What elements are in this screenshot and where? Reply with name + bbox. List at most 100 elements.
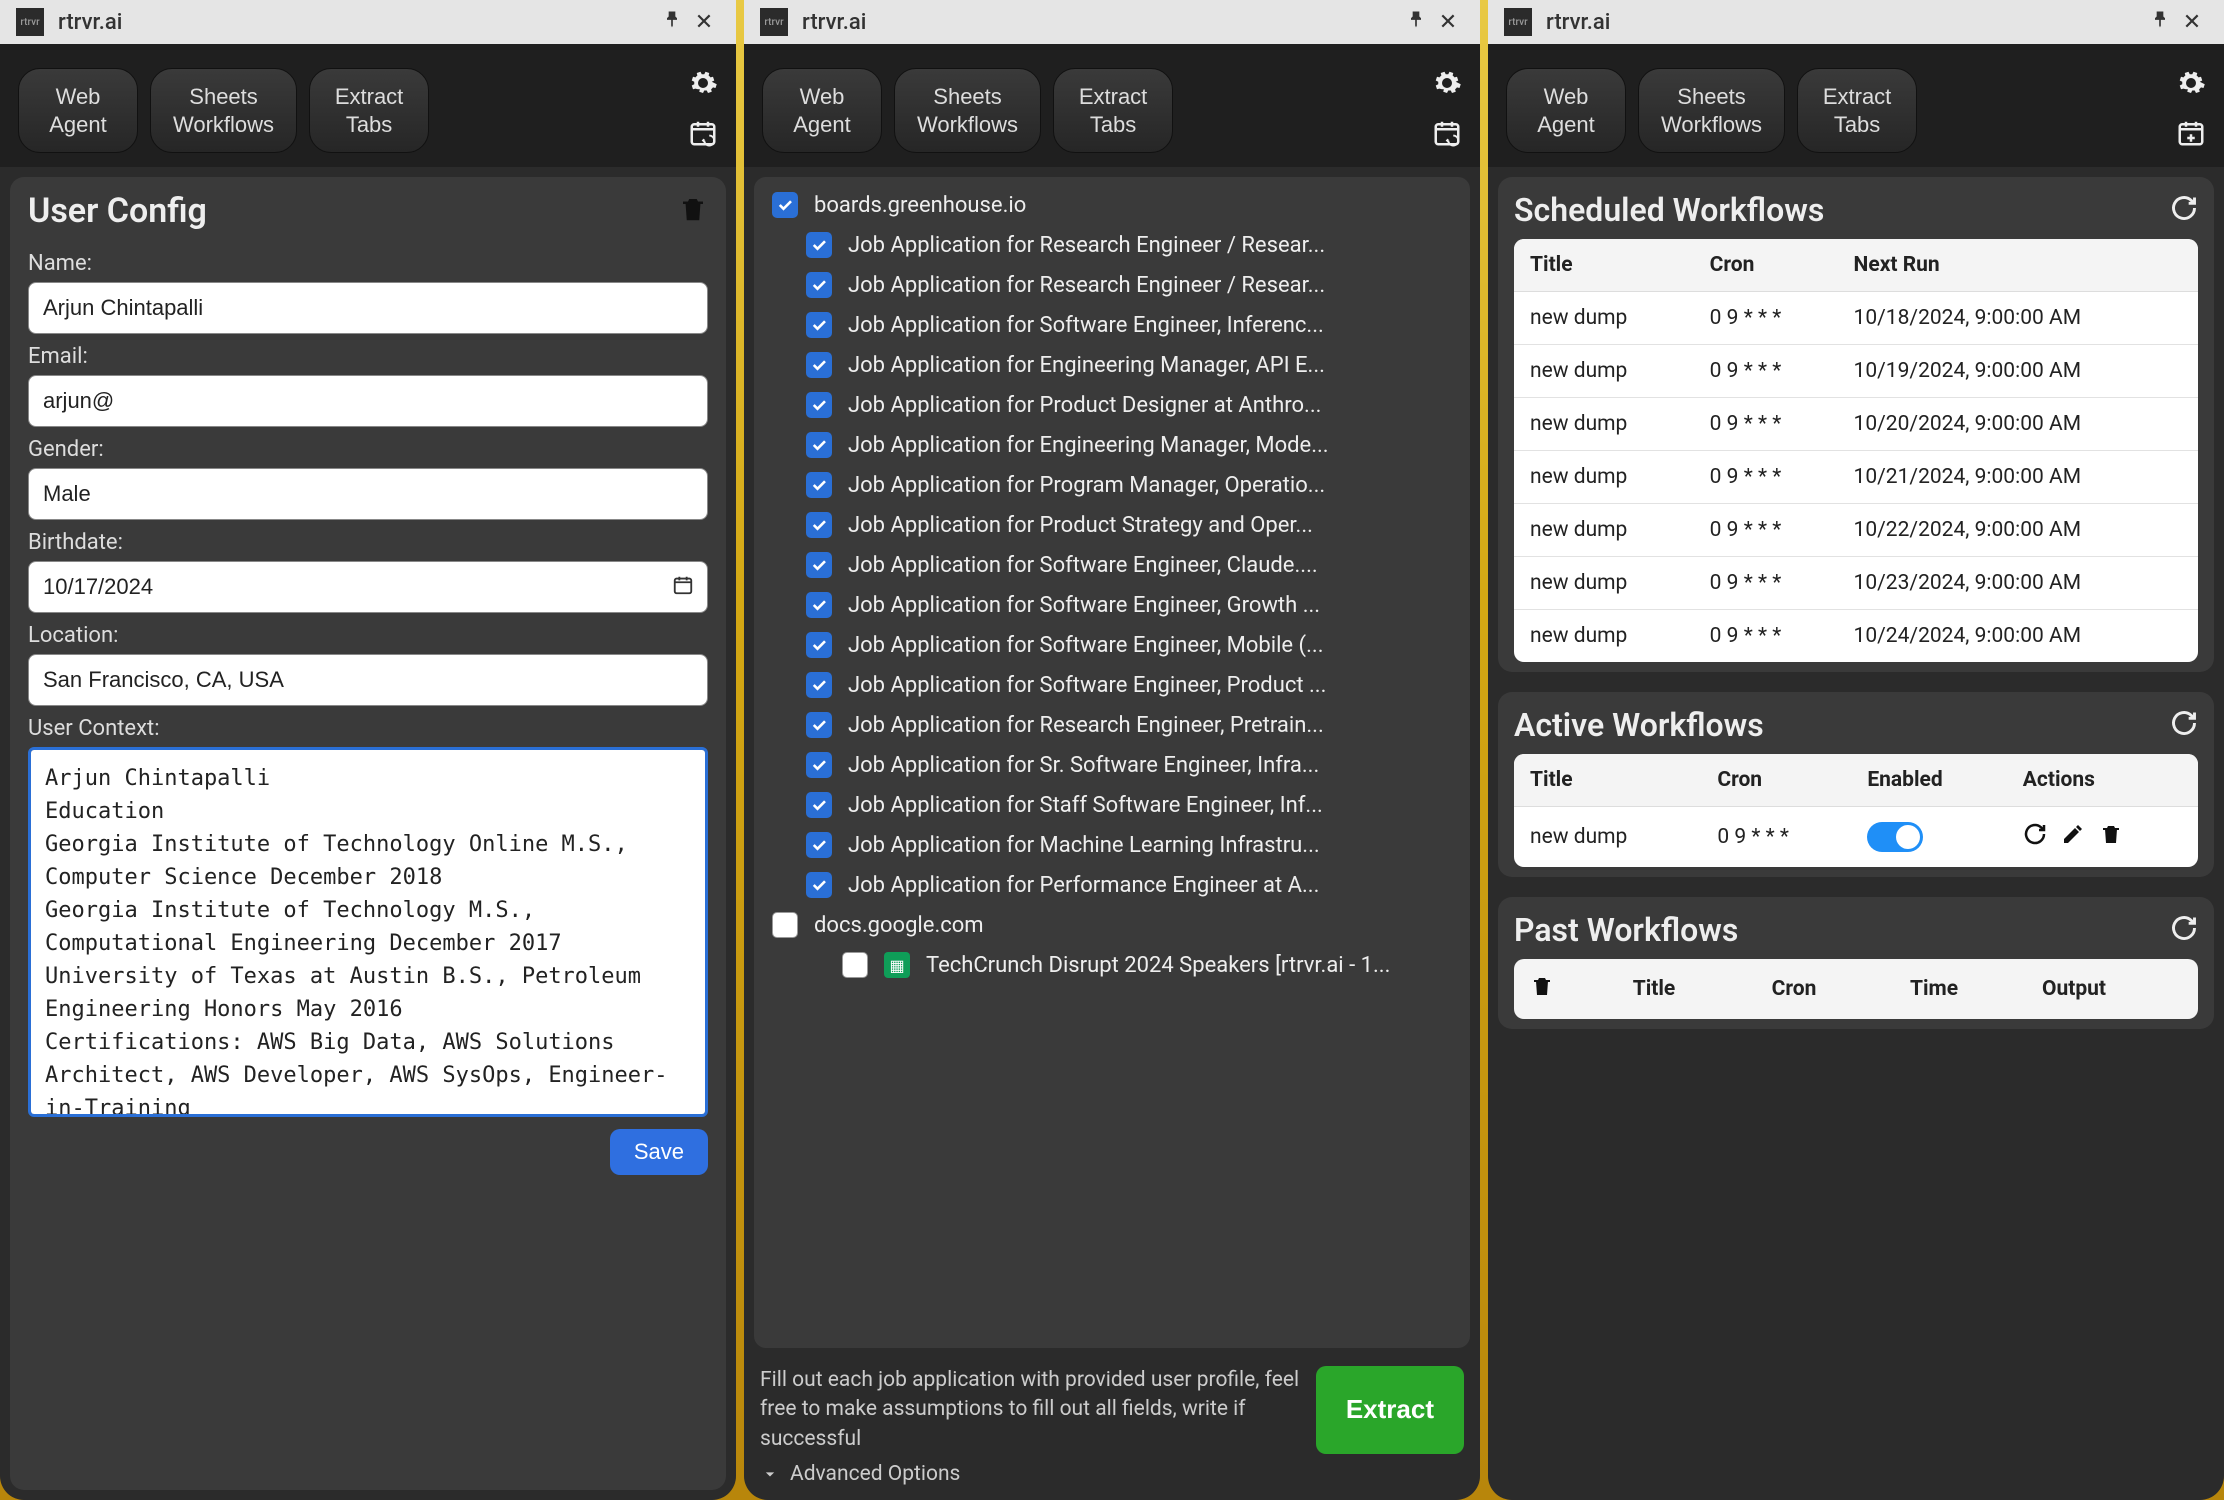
close-icon[interactable]: ✕ bbox=[2176, 10, 2208, 35]
tab-extract-tabs[interactable]: Extract Tabs bbox=[1797, 68, 1917, 153]
tab-item[interactable]: Job Application for Research Engineer, P… bbox=[754, 705, 1470, 745]
checkbox[interactable] bbox=[806, 552, 832, 578]
tab-item[interactable]: Job Application for Program Manager, Ope… bbox=[754, 465, 1470, 505]
email-input[interactable] bbox=[28, 375, 708, 427]
checkbox[interactable] bbox=[806, 592, 832, 618]
cell-cron: 0 9 * * * bbox=[1694, 610, 1838, 663]
email-label: Email: bbox=[28, 344, 708, 369]
tab-web-agent[interactable]: Web Agent bbox=[762, 68, 882, 153]
calendar-history-icon[interactable] bbox=[688, 118, 718, 148]
tab-sheets-workflows[interactable]: Sheets Workflows bbox=[150, 68, 297, 153]
save-button[interactable]: Save bbox=[610, 1129, 708, 1175]
gender-input[interactable] bbox=[28, 468, 708, 520]
checkbox[interactable] bbox=[806, 872, 832, 898]
delete-all-icon[interactable] bbox=[1530, 973, 1554, 1005]
instruction-text: Fill out each job application with provi… bbox=[760, 1366, 1300, 1454]
refresh-icon[interactable] bbox=[2170, 914, 2198, 946]
tab-item[interactable]: Job Application for Product Strategy and… bbox=[754, 505, 1470, 545]
app-title: rtrvr.ai bbox=[58, 10, 122, 35]
birthdate-input[interactable] bbox=[28, 561, 708, 613]
advanced-options-label: Advanced Options bbox=[790, 1462, 960, 1486]
tab-extract-tabs[interactable]: Extract Tabs bbox=[309, 68, 429, 153]
context-textarea[interactable] bbox=[28, 747, 708, 1117]
tab-item[interactable]: ▦TechCrunch Disrupt 2024 Speakers [rtrvr… bbox=[754, 945, 1470, 985]
tab-item-label: Job Application for Product Strategy and… bbox=[848, 513, 1313, 538]
checkbox[interactable] bbox=[806, 512, 832, 538]
checkbox[interactable] bbox=[806, 752, 832, 778]
location-input[interactable] bbox=[28, 654, 708, 706]
checkbox[interactable] bbox=[806, 672, 832, 698]
panel-workflows: rtrvr rtrvr.ai ✕ Web Agent Sheets Workfl… bbox=[1488, 0, 2224, 1500]
gender-label: Gender: bbox=[28, 437, 708, 462]
gear-icon[interactable] bbox=[688, 68, 718, 98]
tab-web-agent[interactable]: Web Agent bbox=[18, 68, 138, 153]
checkbox[interactable] bbox=[806, 432, 832, 458]
tab-web-agent[interactable]: Web Agent bbox=[1506, 68, 1626, 153]
calendar-add-icon[interactable] bbox=[2176, 118, 2206, 148]
checkbox[interactable] bbox=[806, 832, 832, 858]
section-title: Active Workflows bbox=[1514, 706, 1764, 744]
checkbox[interactable] bbox=[806, 352, 832, 378]
checkbox[interactable] bbox=[806, 472, 832, 498]
tab-item[interactable]: Job Application for Sr. Software Enginee… bbox=[754, 745, 1470, 785]
tab-item[interactable]: Job Application for Staff Software Engin… bbox=[754, 785, 1470, 825]
cell-title: new dump bbox=[1514, 807, 1701, 868]
domain-label: boards.greenhouse.io bbox=[814, 193, 1026, 218]
checkbox[interactable] bbox=[772, 912, 798, 938]
tab-item[interactable]: Job Application for Performance Engineer… bbox=[754, 865, 1470, 905]
gear-icon[interactable] bbox=[2176, 68, 2206, 98]
table-row: new dump0 9 * * *10/18/2024, 9:00:00 AM bbox=[1514, 292, 2198, 345]
refresh-icon[interactable] bbox=[2170, 709, 2198, 741]
tab-item-label: Job Application for Research Engineer, P… bbox=[848, 713, 1324, 738]
name-input[interactable] bbox=[28, 282, 708, 334]
tab-item[interactable]: Job Application for Software Engineer, M… bbox=[754, 625, 1470, 665]
domain-row[interactable]: boards.greenhouse.io bbox=[754, 185, 1470, 225]
cell-next-run: 10/23/2024, 9:00:00 AM bbox=[1838, 557, 2198, 610]
tab-item[interactable]: Job Application for Research Engineer / … bbox=[754, 265, 1470, 305]
tab-item[interactable]: Job Application for Product Designer at … bbox=[754, 385, 1470, 425]
edit-icon[interactable] bbox=[2061, 822, 2085, 852]
tab-sheets-workflows[interactable]: Sheets Workflows bbox=[1638, 68, 1785, 153]
tab-extract-tabs[interactable]: Extract Tabs bbox=[1053, 68, 1173, 153]
tab-item[interactable]: Job Application for Machine Learning Inf… bbox=[754, 825, 1470, 865]
checkbox[interactable] bbox=[772, 192, 798, 218]
delete-icon[interactable] bbox=[2099, 821, 2123, 853]
calendar-icon[interactable] bbox=[672, 574, 694, 600]
tab-item[interactable]: Job Application for Software Engineer, I… bbox=[754, 305, 1470, 345]
checkbox[interactable] bbox=[806, 272, 832, 298]
panel-extract-tabs: rtrvr rtrvr.ai ✕ Web Agent Sheets Workfl… bbox=[744, 0, 1480, 1500]
tab-item[interactable]: Job Application for Engineering Manager,… bbox=[754, 345, 1470, 385]
checkbox[interactable] bbox=[806, 392, 832, 418]
tab-item[interactable]: Job Application for Software Engineer, G… bbox=[754, 585, 1470, 625]
cell-title: new dump bbox=[1514, 292, 1694, 345]
advanced-options-toggle[interactable]: Advanced Options bbox=[744, 1454, 1480, 1500]
checkbox[interactable] bbox=[806, 712, 832, 738]
pin-icon[interactable] bbox=[1400, 9, 1432, 35]
refresh-icon[interactable] bbox=[2170, 194, 2198, 226]
table-row: new dump0 9 * * *10/21/2024, 9:00:00 AM bbox=[1514, 451, 2198, 504]
active-workflows-section: Active Workflows Title Cron Enabled Acti… bbox=[1498, 692, 2214, 877]
gear-icon[interactable] bbox=[1432, 68, 1462, 98]
cell-title: new dump bbox=[1514, 451, 1694, 504]
trash-icon[interactable] bbox=[678, 192, 708, 230]
extract-button[interactable]: Extract bbox=[1316, 1366, 1464, 1454]
close-icon[interactable]: ✕ bbox=[1432, 10, 1464, 35]
pin-icon[interactable] bbox=[2144, 9, 2176, 35]
checkbox[interactable] bbox=[806, 632, 832, 658]
checkbox[interactable] bbox=[806, 232, 832, 258]
pin-icon[interactable] bbox=[656, 9, 688, 35]
checkbox[interactable] bbox=[806, 792, 832, 818]
checkbox[interactable] bbox=[842, 952, 868, 978]
checkbox[interactable] bbox=[806, 312, 832, 338]
calendar-history-icon[interactable] bbox=[1432, 118, 1462, 148]
tab-sheets-workflows[interactable]: Sheets Workflows bbox=[894, 68, 1041, 153]
tab-item[interactable]: Job Application for Software Engineer, P… bbox=[754, 665, 1470, 705]
tab-item[interactable]: Job Application for Engineering Manager,… bbox=[754, 425, 1470, 465]
tabs-list[interactable]: boards.greenhouse.io Job Application for … bbox=[754, 177, 1470, 1348]
tab-item[interactable]: Job Application for Software Engineer, C… bbox=[754, 545, 1470, 585]
domain-row[interactable]: docs.google.com bbox=[754, 905, 1470, 945]
tab-item[interactable]: Job Application for Research Engineer / … bbox=[754, 225, 1470, 265]
run-icon[interactable] bbox=[2023, 822, 2047, 852]
close-icon[interactable]: ✕ bbox=[688, 10, 720, 35]
enabled-toggle[interactable] bbox=[1867, 822, 1923, 852]
